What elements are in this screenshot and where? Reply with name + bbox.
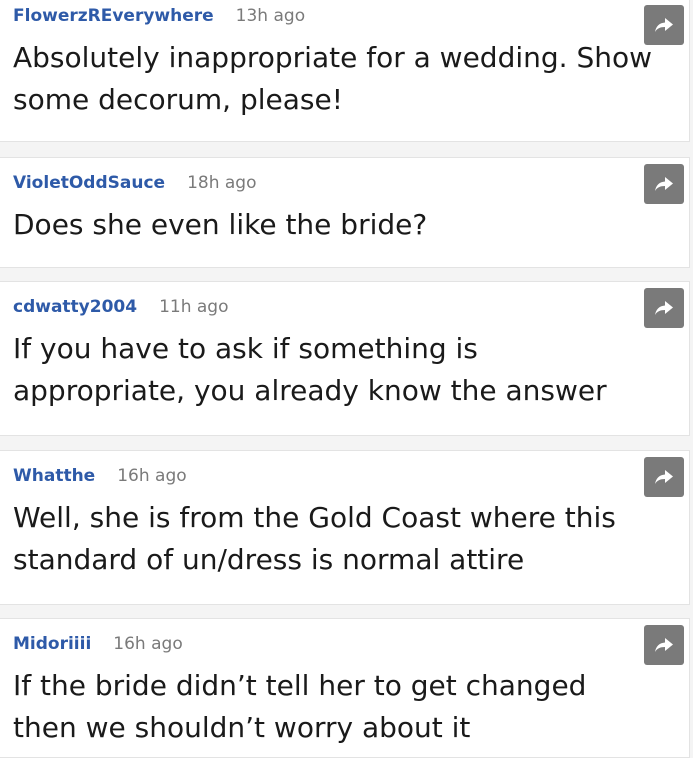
comment-meta: FlowerzREverywhere 13h ago [13, 6, 305, 26]
comment-card: VioletOddSauce 18h ago Does she even lik… [0, 157, 690, 268]
share-arrow-icon [655, 638, 673, 652]
comment-text: Absolutely inappropriate for a wedding. … [13, 41, 652, 116]
comment-author[interactable]: cdwatty2004 [13, 297, 137, 317]
share-button[interactable] [644, 625, 684, 665]
comment-card: Midoriiii 16h ago If the bride didn’t te… [0, 618, 690, 758]
comment-text: Does she even like the bride? [13, 208, 428, 241]
comment-meta: cdwatty2004 11h ago [13, 297, 229, 317]
comment-timestamp: 16h ago [113, 634, 183, 654]
share-button[interactable] [644, 5, 684, 45]
comment-list: FlowerzREverywhere 13h ago Absolutely in… [0, 0, 693, 758]
comment-text: Well, she is from the Gold Coast where t… [13, 501, 616, 576]
share-button[interactable] [644, 288, 684, 328]
comment-card: cdwatty2004 11h ago If you have to ask i… [0, 281, 690, 436]
comment-meta: VioletOddSauce 18h ago [13, 173, 256, 193]
comment-meta: Midoriiii 16h ago [13, 634, 183, 654]
comment-meta: Whatthe 16h ago [13, 466, 187, 486]
comment-author[interactable]: Midoriiii [13, 634, 91, 654]
share-button[interactable] [644, 164, 684, 204]
comment-timestamp: 18h ago [187, 173, 257, 193]
comment-text: If you have to ask if something is appro… [13, 332, 607, 407]
share-arrow-icon [655, 177, 673, 191]
share-arrow-icon [655, 470, 673, 484]
comment-author[interactable]: FlowerzREverywhere [13, 6, 214, 26]
share-arrow-icon [655, 18, 673, 32]
comment-author[interactable]: Whatthe [13, 466, 95, 486]
comment-timestamp: 13h ago [235, 6, 306, 26]
share-button[interactable] [644, 457, 684, 497]
comment-timestamp: 16h ago [117, 466, 187, 486]
comment-card: FlowerzREverywhere 13h ago Absolutely in… [0, 0, 690, 142]
comment-author[interactable]: VioletOddSauce [13, 173, 165, 193]
comment-timestamp: 11h ago [159, 297, 229, 317]
comment-card: Whatthe 16h ago Well, she is from the Go… [0, 450, 690, 605]
comment-text: If the bride didn’t tell her to get chan… [13, 669, 587, 744]
share-arrow-icon [655, 301, 673, 315]
